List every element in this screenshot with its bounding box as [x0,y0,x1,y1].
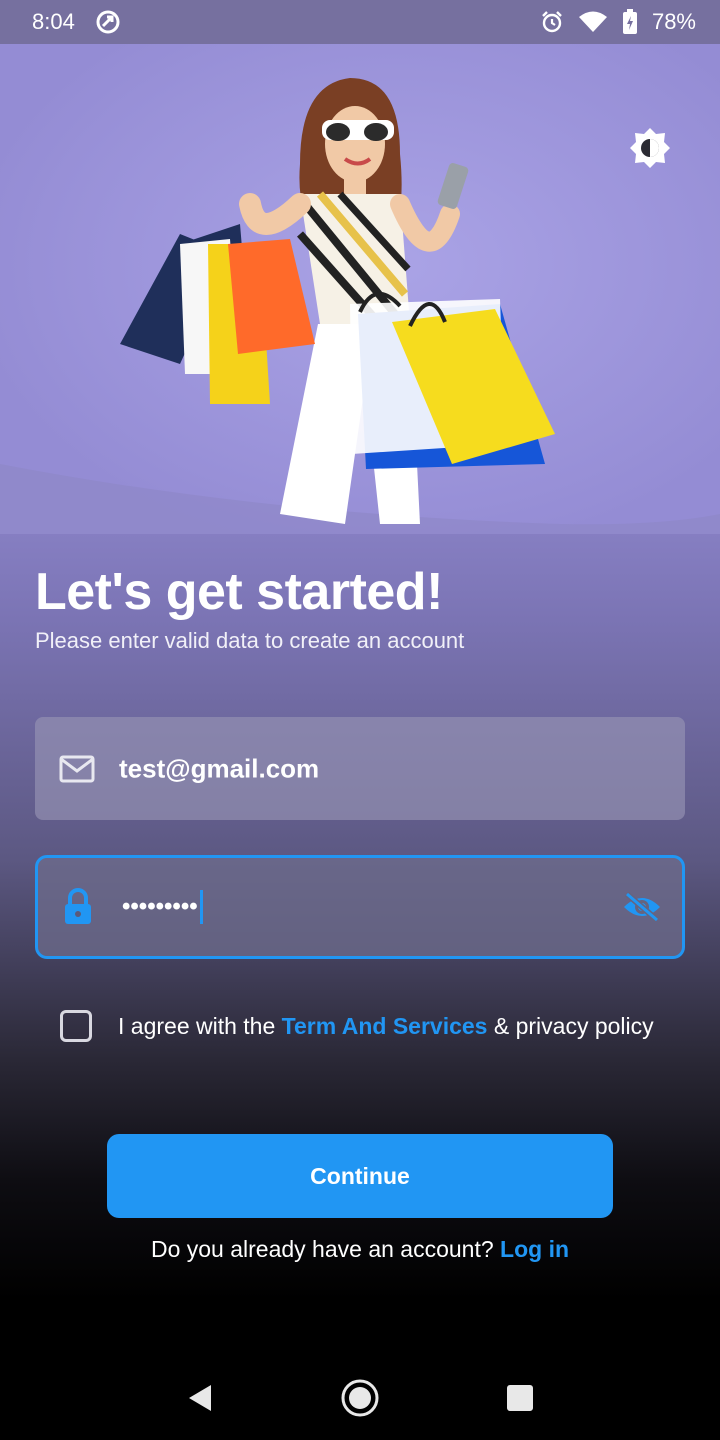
mail-icon [59,755,95,783]
battery-charging-icon [622,9,638,35]
recents-button[interactable] [490,1368,550,1428]
login-prompt: Do you already have an account? Log in [0,1236,720,1263]
home-icon [341,1379,379,1416]
login-link[interactable]: Log in [500,1236,569,1262]
password-value: ••••••••• [122,890,203,924]
email-field[interactable]: test@gmail.com [35,717,685,820]
lock-icon [63,888,93,926]
hero-illustration [0,44,720,534]
back-button[interactable] [170,1368,230,1428]
status-bar: 8:04 78% [0,0,720,44]
continue-button[interactable]: Continue [107,1134,613,1218]
email-value: test@gmail.com [119,753,320,783]
password-field[interactable]: ••••••••• [35,855,685,959]
terms-suffix: & privacy policy [487,1012,654,1039]
password-masked-text: ••••••••• [122,893,198,920]
terms-checkbox[interactable] [60,1010,92,1042]
recents-icon [507,1384,533,1411]
sync-icon [95,9,121,35]
battery-percentage: 78% [651,9,696,34]
home-button[interactable] [330,1368,390,1428]
text-caret [199,890,203,924]
brightness-icon [630,128,670,168]
page-subtitle: Please enter valid data to create an acc… [35,628,465,653]
eye-off-icon [624,891,660,923]
page-title: Let's get started! [35,563,443,621]
terms-agreement: I agree with the Term And Services & pri… [60,1010,654,1042]
alarm-icon [540,10,564,34]
terms-link[interactable]: Term And Services [282,1013,488,1040]
theme-toggle-button[interactable] [626,124,674,172]
terms-prefix: I agree with the [118,1012,282,1039]
login-prompt-text: Do you already have an account? [150,1236,501,1262]
wifi-icon [578,10,608,34]
system-nav-bar [0,1355,720,1440]
password-visibility-toggle[interactable] [622,891,662,923]
back-icon [189,1384,211,1411]
signup-screen: 8:04 78% Let's get started! Please enter… [0,0,720,1440]
status-time: 8:04 [32,9,75,34]
hero-image [0,44,720,534]
